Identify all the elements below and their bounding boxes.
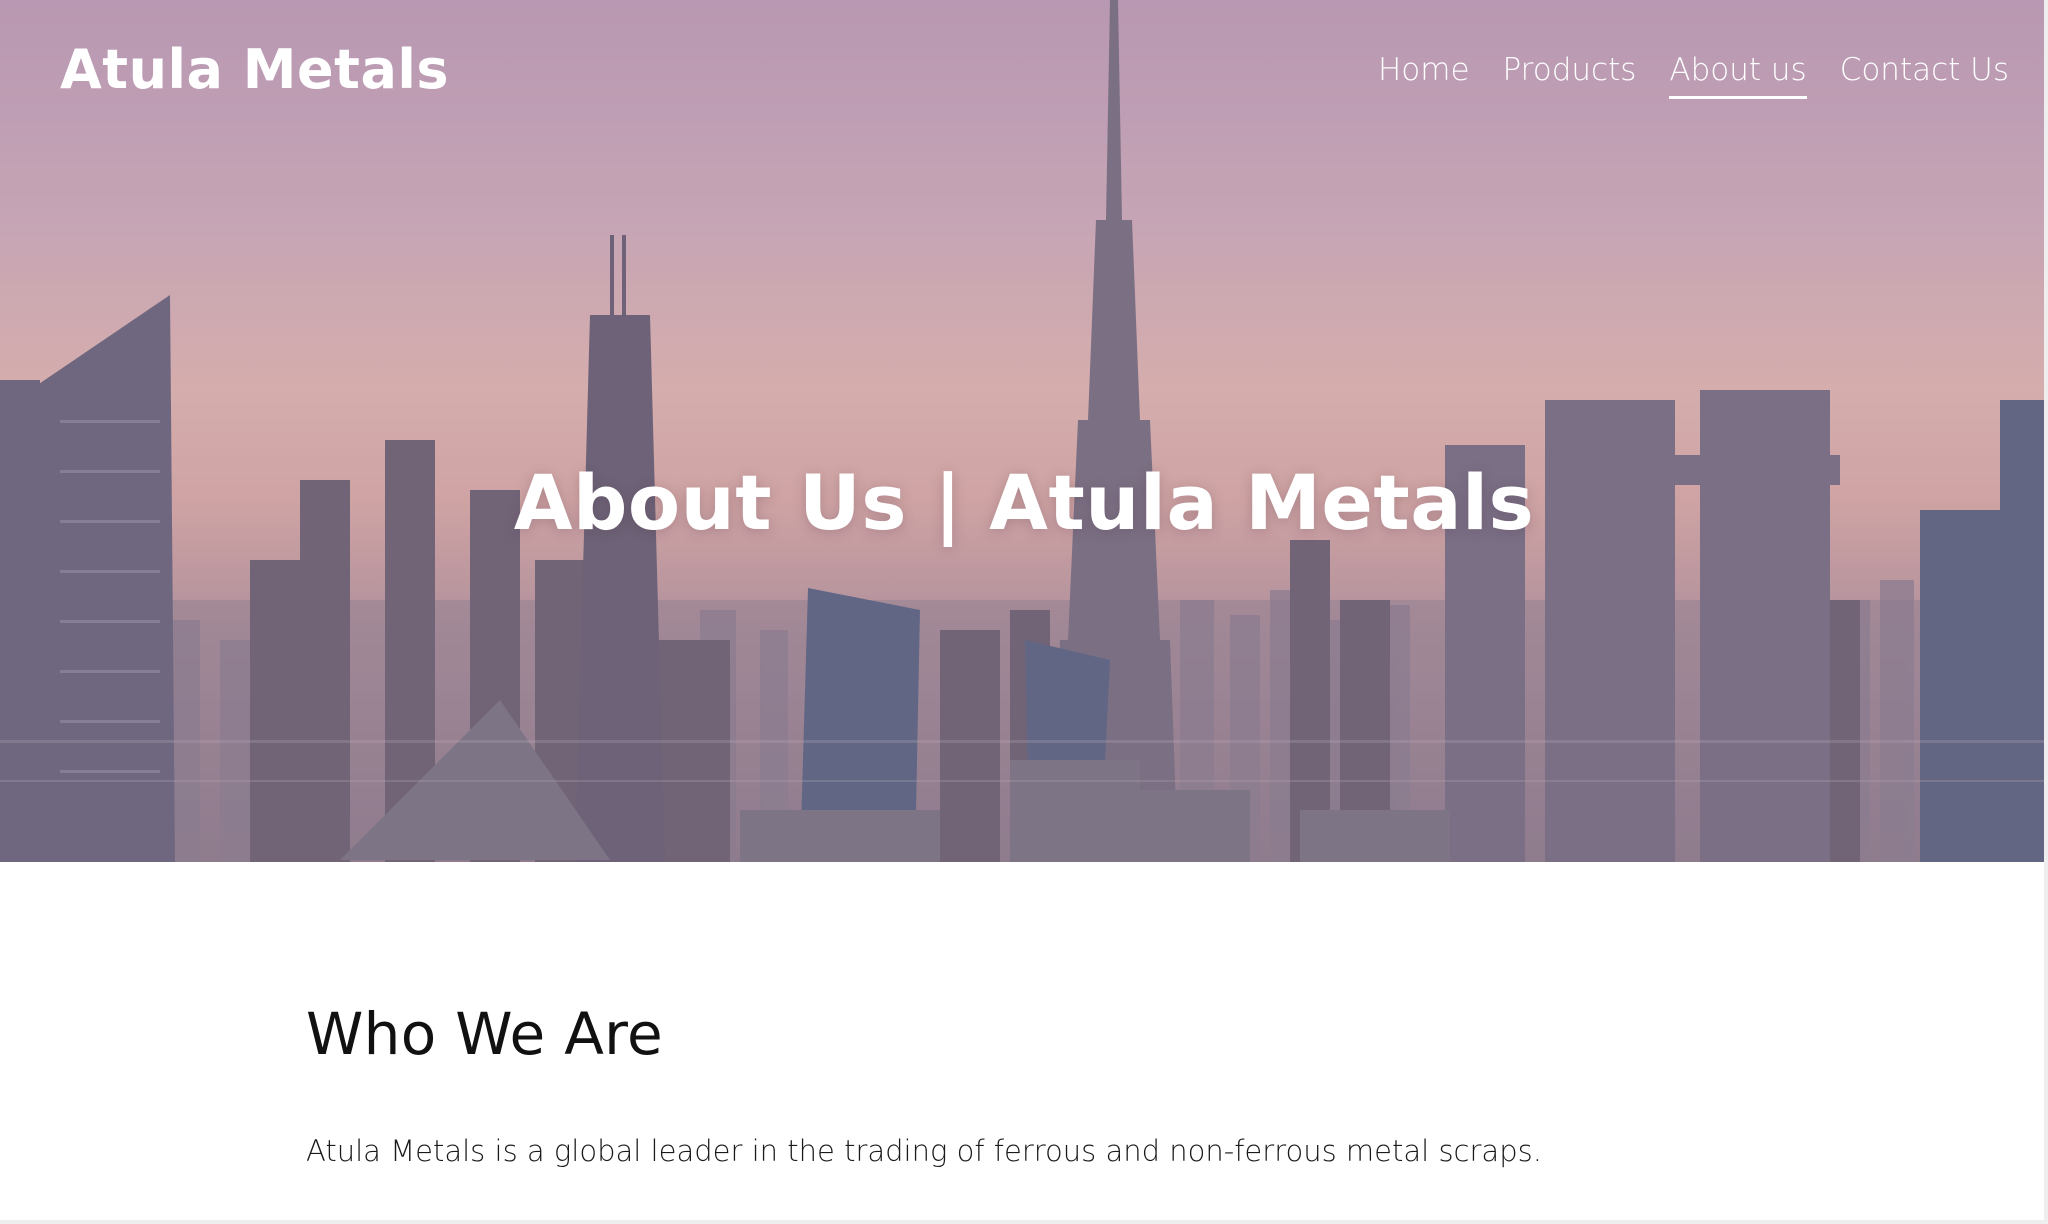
hero-banner: Atula Metals Home Products About us Cont… <box>0 0 2048 862</box>
section-title: Who We Are <box>306 1000 664 1068</box>
main-nav: Home Products About us Contact Us <box>1378 52 2009 99</box>
hero-overlay <box>0 0 2048 862</box>
page-right-edge <box>2044 0 2048 1224</box>
hero-heading: About Us | Atula Metals <box>513 458 1535 547</box>
nav-home[interactable]: Home <box>1378 52 1470 99</box>
main-content: Who We Are Atula Metals is a global lead… <box>306 1000 1746 1168</box>
nav-contact-us[interactable]: Contact Us <box>1840 52 2009 99</box>
site-title[interactable]: Atula Metals <box>60 38 449 101</box>
nav-products[interactable]: Products <box>1503 52 1637 99</box>
page-bottom-edge <box>0 1220 2048 1224</box>
section-text: Atula Metals is a global leader in the t… <box>306 1134 1542 1168</box>
nav-about-us[interactable]: About us <box>1669 52 1807 99</box>
